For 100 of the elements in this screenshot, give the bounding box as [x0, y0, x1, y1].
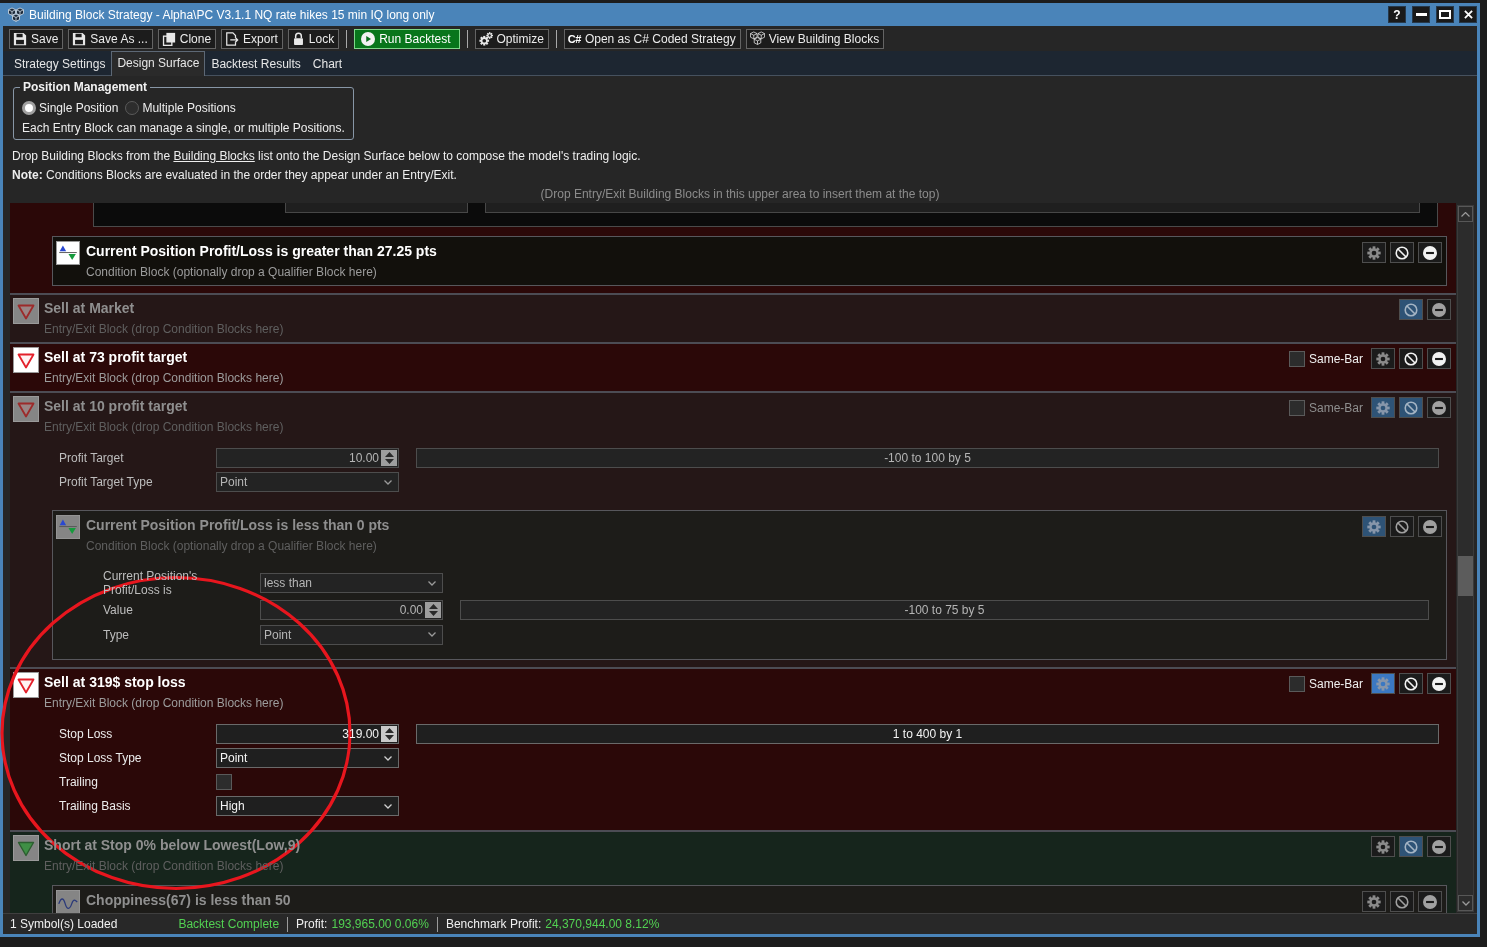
maximize-button[interactable] [1436, 6, 1454, 23]
block-subtitle: Condition Block (optionally drop a Qualifier Block here) [86, 264, 377, 280]
gear-icon [1376, 676, 1390, 691]
scrollbar-thumb[interactable] [1458, 556, 1473, 597]
drop-hint: (Drop Entry/Exit Building Blocks in this upper area to insert them at the top) [540, 186, 940, 203]
remove-button[interactable] [1427, 836, 1451, 857]
remove-button[interactable] [1427, 299, 1451, 320]
tab[interactable]: Design Surface [111, 51, 206, 76]
close-button[interactable] [1459, 6, 1477, 23]
minus-circle-icon [1432, 351, 1446, 366]
note-text: Note: Conditions Blocks are evaluated in the order they appear under an Entry/Exit. [12, 167, 457, 184]
range-field[interactable]: 1 to 400 by 1 [416, 724, 1439, 744]
param-label: Trailing [59, 775, 98, 789]
tab[interactable]: Strategy Settings [8, 52, 112, 75]
spin-button[interactable] [381, 726, 397, 742]
up-down-arrows-icon [384, 728, 394, 740]
up-down-triangles-icon [56, 515, 80, 539]
view-building-blocks-button[interactable]: View Building Blocks [745, 28, 885, 49]
export-button[interactable]: Export [221, 28, 283, 49]
block-title: Choppiness(67) is less than 50 [86, 891, 291, 910]
chevron-down-icon [428, 632, 436, 637]
padlock-icon [291, 31, 305, 46]
minus-circle-icon [1432, 676, 1446, 691]
range-field[interactable] [485, 203, 1420, 213]
block-title: Current Position Profit/Loss is less than 0 pts [86, 516, 390, 535]
remove-button[interactable] [1427, 673, 1451, 694]
checkbox-label[interactable]: Same-Bar [1308, 676, 1363, 691]
chevron-down-icon [1461, 900, 1470, 906]
radio-button[interactable] [22, 101, 36, 115]
spin-button[interactable] [381, 450, 397, 466]
clone-button[interactable]: Clone [157, 28, 217, 49]
help-button[interactable]: ? [1388, 6, 1406, 23]
block-title: Sell at 73 profit target [44, 348, 188, 367]
window-title: Building Block Strategy - Alpha\PC V3.1.1 NQ rate hikes 15 min IQ long only [29, 7, 435, 22]
maximize-icon [1439, 10, 1451, 19]
save-button[interactable]: Save [9, 28, 64, 49]
group-description: Each Entry Block can manage a single, or multiple Positions. [22, 121, 345, 136]
scroll-up-button[interactable] [1458, 206, 1473, 222]
gear-icon [1376, 351, 1390, 366]
block-subtitle: Entry/Exit Block (drop Condition Blocks here) [44, 321, 284, 337]
disable-button[interactable] [1399, 348, 1423, 369]
remove-button[interactable] [1427, 348, 1451, 369]
minimize-button[interactable] [1412, 6, 1430, 23]
radio-button[interactable] [125, 101, 140, 115]
play-icon [361, 31, 376, 46]
wave-icon [56, 890, 80, 913]
scrollbar[interactable] [1457, 205, 1474, 912]
param-label: Trailing Basis [59, 799, 131, 813]
up-down-arrows-icon [384, 452, 394, 464]
minimize-icon [1415, 13, 1427, 16]
block-title: Current Position Profit/Loss is greater than 27.25 pts [86, 242, 437, 261]
settings-button[interactable] [1362, 242, 1386, 263]
remove-button[interactable] [1427, 397, 1451, 418]
dropdown[interactable]: Point [216, 748, 399, 768]
lock-button[interactable]: Lock [287, 28, 340, 49]
metric-value: 24,370,944.00 8.12% [545, 917, 660, 931]
checkbox[interactable] [216, 774, 232, 790]
remove-button[interactable] [1418, 516, 1442, 537]
settings-button[interactable] [1371, 348, 1395, 369]
radio-label[interactable]: Single Position [39, 101, 119, 115]
ban-icon [1395, 894, 1409, 909]
ban-icon [1395, 519, 1409, 534]
up-down-arrows-icon [428, 603, 438, 616]
run-backtest-button[interactable]: Run Backtest [354, 28, 460, 49]
ban-icon [1404, 351, 1418, 366]
checkbox[interactable] [1288, 350, 1305, 367]
status-message: 1 Symbol(s) Loaded [10, 917, 118, 931]
scroll-down-button[interactable] [1458, 895, 1473, 911]
disable-button[interactable] [1390, 242, 1414, 263]
ban-icon [1404, 302, 1418, 317]
copy-icon [161, 31, 176, 46]
tab[interactable]: Chart [306, 52, 349, 75]
optimize-button[interactable]: Optimize [474, 28, 549, 49]
building-blocks-link[interactable]: Building Blocks [173, 149, 255, 163]
block-subtitle: Entry/Exit Block (drop Condition Blocks here) [44, 419, 284, 435]
checkbox-label[interactable]: Same-Bar [1308, 351, 1363, 366]
block-title: Sell at Market [44, 299, 135, 318]
instruction-text: Drop Building Blocks from the Building Blocks list onto the Design Surface below to compose the model's trading logic. [12, 148, 641, 165]
cubes-icon [749, 31, 765, 46]
minus-circle-icon [1432, 400, 1446, 415]
ban-icon [1404, 400, 1418, 415]
number-field[interactable] [285, 203, 468, 213]
gears-icon [478, 31, 493, 46]
minus-circle-icon [1432, 302, 1446, 317]
backtest-status: Backtest Complete [178, 917, 280, 931]
block-title: Sell at 10 profit target [44, 397, 188, 416]
remove-button[interactable] [1418, 242, 1442, 263]
checkbox[interactable] [1288, 675, 1305, 692]
tab[interactable]: Backtest Results [205, 52, 307, 75]
gear-icon [1367, 245, 1381, 260]
spin-button[interactable] [425, 601, 441, 618]
chevron-down-icon [384, 803, 392, 809]
open-code-button[interactable]: C# Open as C# Coded Strategy [563, 28, 741, 49]
radio-label[interactable]: Multiple Positions [142, 101, 236, 115]
minus-circle-icon [1423, 894, 1437, 909]
csharp-icon: C# [567, 32, 581, 45]
dropdown[interactable]: High [216, 796, 399, 816]
remove-button[interactable] [1418, 891, 1442, 912]
save-as-button[interactable]: Save As ... [68, 28, 153, 49]
disable-button[interactable] [1399, 673, 1423, 694]
